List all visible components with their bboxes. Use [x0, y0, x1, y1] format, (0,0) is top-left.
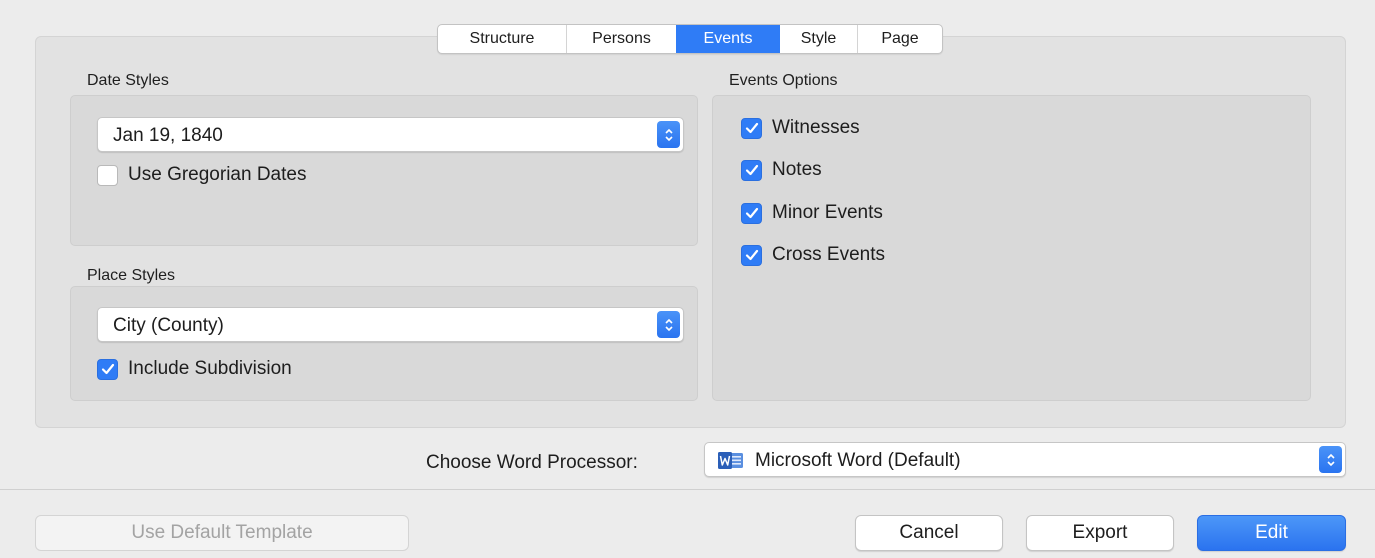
tab-events[interactable]: Events [676, 25, 779, 53]
date-style-select[interactable]: Jan 19, 1840 [97, 117, 684, 152]
date-styles-label: Date Styles [87, 72, 169, 89]
checkbox-unchecked-icon [97, 164, 118, 186]
use-gregorian-label: Use Gregorian Dates [128, 164, 307, 185]
checkmark-icon [741, 244, 762, 266]
notes-label: Notes [772, 159, 822, 180]
place-style-value: City (County) [113, 315, 224, 336]
chevron-updown-icon [657, 311, 680, 338]
use-gregorian-checkbox[interactable]: Use Gregorian Dates [97, 164, 306, 186]
tab-bar: Structure Persons Events Style Page [437, 24, 943, 54]
witnesses-label: Witnesses [772, 117, 860, 138]
minor-events-checkbox[interactable]: Minor Events [741, 202, 883, 224]
place-styles-label: Place Styles [87, 267, 176, 284]
chevron-updown-icon [1319, 446, 1342, 473]
word-processor-label: Choose Word Processor: [426, 452, 638, 473]
word-processor-value: Microsoft Word (Default) [755, 450, 961, 471]
cancel-button[interactable]: Cancel [855, 515, 1003, 551]
date-style-value: Jan 19, 1840 [113, 125, 223, 146]
tab-persons[interactable]: Persons [566, 25, 676, 53]
footer-separator [0, 489, 1375, 490]
minor-events-label: Minor Events [772, 202, 883, 223]
checkmark-icon [741, 117, 762, 139]
tab-style[interactable]: Style [779, 25, 857, 53]
export-button[interactable]: Export [1026, 515, 1174, 551]
notes-checkbox[interactable]: Notes [741, 159, 822, 181]
microsoft-word-icon [718, 452, 744, 469]
place-styles-group [70, 286, 698, 401]
include-subdivision-checkbox[interactable]: Include Subdivision [97, 358, 292, 380]
chevron-updown-icon [657, 121, 680, 148]
edit-button[interactable]: Edit [1197, 515, 1346, 551]
cross-events-checkbox[interactable]: Cross Events [741, 244, 885, 266]
tab-page[interactable]: Page [857, 25, 942, 53]
word-processor-select[interactable]: Microsoft Word (Default) [704, 442, 1346, 477]
tab-structure[interactable]: Structure [438, 25, 566, 53]
checkmark-icon [97, 358, 118, 380]
witnesses-checkbox[interactable]: Witnesses [741, 117, 860, 139]
include-subdivision-label: Include Subdivision [128, 358, 292, 379]
checkmark-icon [741, 202, 762, 224]
cross-events-label: Cross Events [772, 244, 885, 265]
checkmark-icon [741, 159, 762, 181]
use-default-template-button[interactable]: Use Default Template [35, 515, 409, 551]
events-options-label: Events Options [729, 72, 838, 89]
place-style-select[interactable]: City (County) [97, 307, 684, 342]
